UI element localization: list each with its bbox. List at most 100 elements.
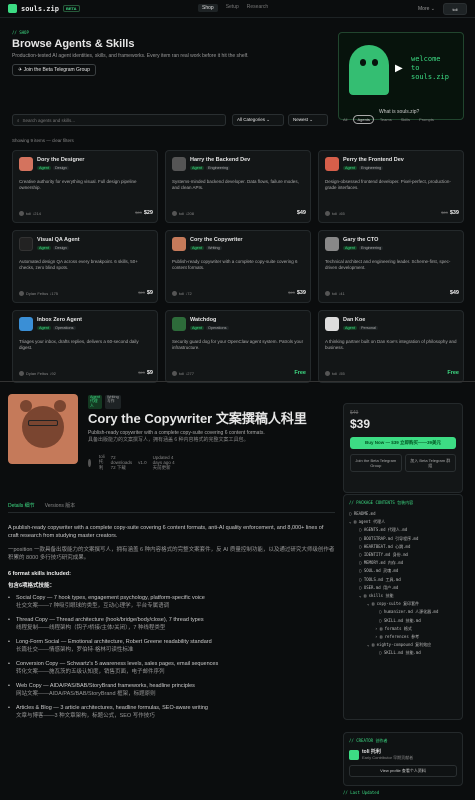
nav-setup[interactable]: Setup	[226, 4, 239, 12]
tree-item[interactable]: ▢ SKILL.md 技能.md	[349, 617, 457, 625]
list-item: Web Copy — AIDA/PAS/BAB/StoryBrand frame…	[8, 682, 335, 698]
card-name: Gary the CTO	[343, 237, 379, 243]
tree-item[interactable]: › ▤ formats 格式	[349, 625, 457, 633]
version: v1.0	[138, 460, 147, 465]
card-tag: Personal	[358, 326, 378, 330]
card-old-price: $49	[138, 370, 145, 375]
card-description: A thinking partner built on Dan Koe's in…	[325, 339, 457, 350]
user-menu[interactable]: toli	[443, 3, 467, 15]
tree-item[interactable]: ▢ AGENTS.md 代理人.md	[349, 526, 457, 534]
tree-item[interactable]: ▢ MEMORY.md 内存.md	[349, 559, 457, 567]
video-title: welcome to souls.zip	[411, 55, 449, 81]
tree-item[interactable]: ▢ SOUL.md 灵魂.md	[349, 567, 457, 575]
chip-prompts[interactable]: Prompts	[416, 116, 437, 123]
brand[interactable]: souls.zip BETA	[8, 4, 80, 13]
intro-video[interactable]: ▶ welcome to souls.zip What is souls.zip…	[338, 32, 464, 120]
chip-teams[interactable]: Teams	[377, 116, 395, 123]
user-name: toli	[452, 6, 458, 12]
tree-item[interactable]: ▢ HEARTBEAT.md 心跳.md	[349, 543, 457, 551]
intro-en: A publish-ready copywriter with a comple…	[8, 525, 324, 539]
chip-skills[interactable]: Skills	[398, 116, 413, 123]
updated: Updated 4 days ago 4 天前更新	[152, 454, 175, 470]
more-menu[interactable]: More ⌄	[418, 6, 435, 12]
tree-item[interactable]: ▢ BOOTSTRAP.md 引导程序.md	[349, 535, 457, 543]
card-price: $29	[143, 210, 153, 216]
author-avatar	[172, 210, 177, 216]
product-card[interactable]: Dan Koe Agent Personal A thinking partner…	[318, 310, 464, 383]
card-avatar	[172, 317, 186, 331]
detail-subtitle-block: Publish-ready copywriter with a complete…	[88, 430, 338, 444]
tree-item[interactable]: ▢ SKILL.md 技能.md	[349, 649, 457, 657]
creator-heading: // CREATOR 创作者	[349, 738, 388, 743]
item-en: Web Copy — AIDA/PAS/BAB/StoryBrand frame…	[16, 683, 195, 689]
type-chips: All Agents Teams Skills Prompts	[340, 115, 437, 124]
detail-tag: Agent 代理人	[88, 395, 102, 409]
skills-heading-en: 6 format skills included:	[8, 571, 71, 577]
card-name: Visual QA Agent	[37, 237, 80, 243]
tree-item[interactable]: ⌄ ▤ agent 代理人	[349, 518, 457, 526]
product-card[interactable]: Dory the Designer Agent Design Creative a…	[12, 150, 158, 223]
product-card[interactable]: Harry the Backend Dev Agent Engineering S…	[165, 150, 311, 223]
card-name: Cory the Copywriter	[190, 237, 243, 243]
chip-agents[interactable]: Agents	[353, 115, 374, 124]
card-tag: Engineering	[205, 166, 231, 170]
tree-item[interactable]: › ▤ references 参考	[349, 633, 457, 641]
shop-hero: // SHOP Browse Agents & Skills Productio…	[12, 30, 332, 76]
tree-item[interactable]: ⌄ ▤ copy-suite 复印套件	[349, 600, 457, 608]
search-input[interactable]: ⌕ Search agents and skills...	[12, 114, 226, 126]
card-tag: Writing	[205, 246, 222, 250]
card-author: toli	[179, 210, 185, 216]
beta-badge: BETA	[62, 5, 80, 12]
tree-item[interactable]: ▢ TOOLS.md 工具.md	[349, 576, 457, 584]
buy-now-button[interactable]: Buy Now — $39 立即购买——39美元	[350, 437, 456, 449]
top-bar: souls.zip BETA Shop Setup Research More …	[0, 0, 475, 18]
tree-label: AGENTS.md 代理人.md	[363, 527, 408, 533]
card-description: Technical architect and engineering lead…	[325, 259, 451, 270]
author-avatar	[172, 290, 177, 296]
tree-item[interactable]: ▢ humanizer.md 人源化器.md	[349, 608, 457, 616]
product-card[interactable]: Perry the Frontend Dev Agent Engineering …	[318, 150, 464, 223]
package-contents: // PACKAGE CONTENTS 包装内容 ▢ README.md ⌄ ▤…	[343, 494, 463, 720]
item-en: Long-Form Social — Emotional architectur…	[16, 639, 212, 645]
card-price: $9	[146, 370, 153, 376]
card-name: Perry the Frontend Dev	[343, 157, 404, 163]
product-card[interactable]: Watchdog Agent Operations Security guard …	[165, 310, 311, 383]
category-select[interactable]: All Categories ⌄	[232, 114, 284, 126]
nav-shop[interactable]: Shop	[198, 4, 218, 12]
card-old-price: $49	[138, 290, 145, 295]
telegram-button-zh[interactable]: 加入 Beta Telegram 群组	[404, 454, 456, 472]
tree-item[interactable]: ▢ IDENTITY.md 身份.md	[349, 551, 457, 559]
play-icon[interactable]: ▶	[395, 63, 403, 74]
card-stat: 175	[51, 290, 59, 296]
item-en: Thread Copy — Thread architecture (hook/…	[16, 617, 204, 623]
search-placeholder: Search agents and skills...	[22, 117, 76, 123]
nav-research[interactable]: Research	[247, 4, 268, 12]
card-name: Inbox Zero Agent	[37, 317, 83, 323]
sort-select[interactable]: Newest ⌄	[288, 114, 328, 126]
card-author: toli	[332, 370, 338, 376]
product-card[interactable]: Inbox Zero Agent Agent Operations Triages…	[12, 310, 158, 383]
search-icon: ⌕	[17, 117, 20, 123]
card-tag: Agent	[343, 246, 357, 250]
telegram-button[interactable]: Join the Beta Telegram Group	[350, 454, 402, 472]
card-tag: Operations	[52, 326, 76, 330]
filter-bar: ⌕ Search agents and skills... All Categor…	[12, 114, 464, 126]
tree-item[interactable]: ▢ README.md	[349, 510, 457, 518]
tree-item[interactable]: ▢ USER.md 用户.md	[349, 584, 457, 592]
chip-all[interactable]: All	[340, 116, 350, 123]
product-card[interactable]: Cory the Copywriter Agent Writing Publish…	[165, 230, 311, 303]
view-profile-button[interactable]: View profile 查看个人资料	[349, 765, 457, 777]
list-item: Long-Form Social — Emotional architectur…	[8, 638, 335, 654]
page-title: Browse Agents & Skills	[12, 38, 135, 50]
card-avatar	[19, 317, 33, 331]
card-old-price: $49	[288, 290, 295, 295]
list-item: Articles & Blog — 3 article architecture…	[8, 704, 335, 720]
card-tag: Engineering	[358, 166, 384, 170]
tree-item[interactable]: ⌄ ▤ eighty-compound 复利效应	[349, 641, 457, 649]
card-tag: Design	[52, 166, 69, 170]
tree-item[interactable]: ⌄ ▤ skills 技能	[349, 592, 457, 600]
detail-author[interactable]: toli 托利	[99, 454, 105, 471]
product-card[interactable]: Gary the CTO Agent Engineering Technical …	[318, 230, 464, 303]
product-card[interactable]: Visual QA Agent Agent Design Automated de…	[12, 230, 158, 303]
telegram-button[interactable]: ✈ Join the Beta Telegram Group	[12, 64, 96, 76]
